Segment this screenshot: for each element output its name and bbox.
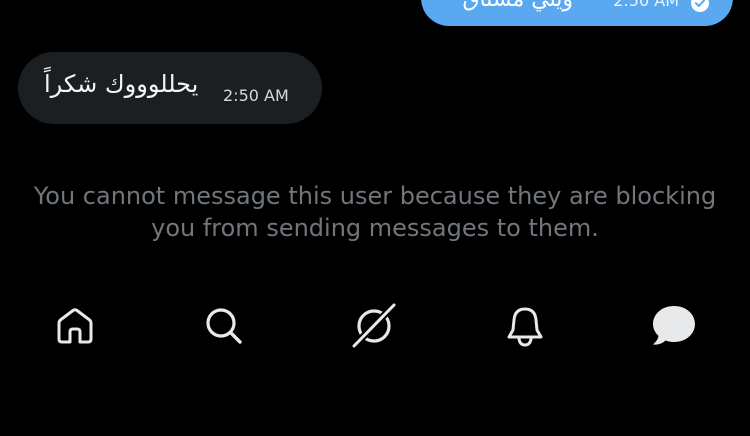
received-message-text: يحللوووك شكراً (44, 70, 199, 98)
bell-icon (503, 304, 547, 348)
sent-message-text: ويني مشتاق (462, 0, 573, 12)
nav-grok[interactable] (344, 296, 404, 356)
sent-message-time: 2:50 AM (613, 0, 679, 10)
received-message-time: 2:50 AM (223, 86, 289, 105)
messages-icon (650, 302, 698, 350)
blocked-notice: You cannot message this user because the… (33, 182, 717, 242)
nav-search[interactable] (194, 296, 254, 356)
grok-icon (348, 300, 400, 352)
received-message-bubble[interactable]: يحللوووك شكراً 2:50 AM (18, 52, 322, 124)
nav-notifications[interactable] (495, 296, 555, 356)
bottom-navigation (0, 296, 750, 356)
nav-messages[interactable] (644, 296, 704, 356)
search-icon (202, 304, 246, 348)
sent-message-bubble[interactable]: ويني مشتاق 2:50 AM (421, 0, 733, 26)
check-circle-icon (691, 0, 709, 12)
nav-home[interactable] (45, 296, 105, 356)
home-icon (53, 304, 97, 348)
